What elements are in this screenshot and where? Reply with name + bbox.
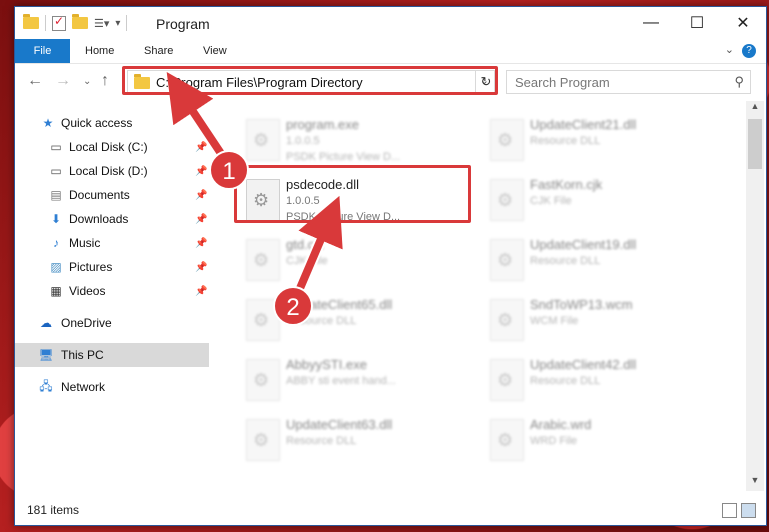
annotation-arrows	[166, 72, 343, 303]
step-2-badge: 2	[273, 286, 313, 326]
step-1-badge: 1	[209, 150, 249, 190]
